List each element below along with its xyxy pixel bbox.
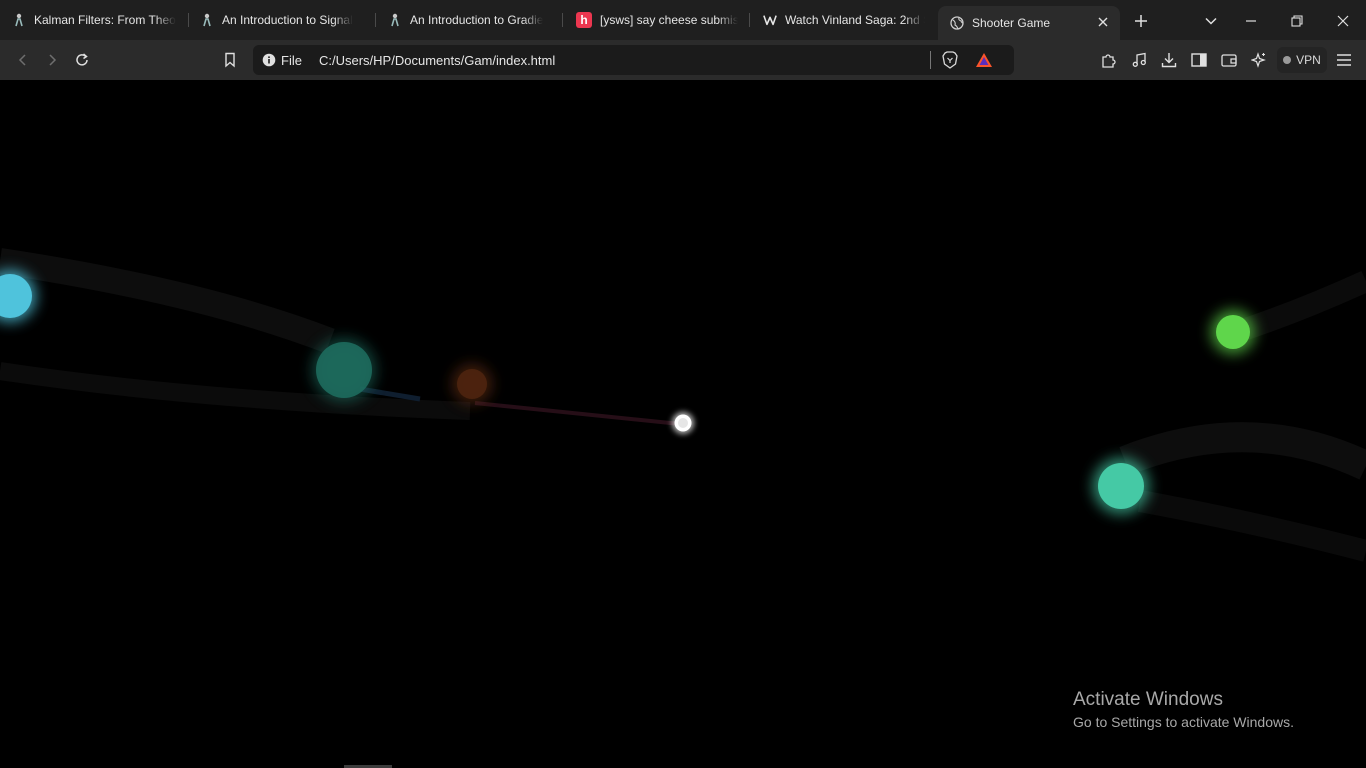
tab-title: Watch Vinland Saga: 2nd S [785, 13, 925, 27]
person-icon [388, 13, 402, 27]
tab-vinland-saga[interactable]: Watch Vinland Saga: 2nd S [763, 0, 925, 40]
wallet-button[interactable] [1218, 49, 1240, 71]
tab-title: Kalman Filters: From Theo [34, 13, 176, 27]
back-button[interactable] [12, 49, 34, 71]
url-separator [930, 51, 931, 69]
reload-icon [76, 53, 88, 66]
enemy-trail [1138, 490, 1366, 562]
tab-separator [375, 13, 376, 27]
enemy-mint [1093, 458, 1149, 514]
close-tab-icon[interactable] [1096, 15, 1110, 29]
arrow-back-icon [18, 54, 26, 66]
game-scene [0, 248, 1366, 562]
enemy-trail [1119, 422, 1366, 480]
minimize-button[interactable] [1240, 10, 1262, 32]
bookmark-icon [225, 52, 235, 68]
tab-kalman-filters[interactable]: Kalman Filters: From Theo [12, 0, 177, 40]
puzzle-icon [1102, 54, 1116, 68]
leo-ai-button[interactable] [1248, 49, 1270, 71]
tab-separator [562, 13, 563, 27]
tab-list-button[interactable] [1200, 10, 1222, 32]
watermark-title: Activate Windows [1073, 689, 1223, 710]
close-icon [1337, 15, 1349, 27]
forward-button[interactable] [41, 49, 63, 71]
enemy-trail [0, 248, 335, 354]
minimize-icon [1246, 20, 1256, 22]
hamburger-menu-icon [1337, 54, 1351, 66]
game-canvas[interactable] [0, 81, 1366, 768]
reload-button[interactable] [71, 49, 93, 71]
tab-separator [188, 13, 189, 27]
downloads-button[interactable] [1158, 49, 1180, 71]
restore-icon [1291, 15, 1303, 27]
player [672, 412, 694, 434]
person-icon [12, 13, 26, 27]
chevron-down-icon [1205, 17, 1217, 25]
brave-rewards-button[interactable] [974, 50, 994, 70]
tab-say-cheese[interactable]: h [ysws] say cheese submiss [576, 0, 738, 40]
enemy-trail [0, 362, 471, 420]
tab-gradient-intro[interactable]: An Introduction to Gradie [388, 0, 552, 40]
vpn-button[interactable]: VPN [1277, 47, 1327, 73]
site-logo-icon [763, 13, 777, 27]
wallet-icon [1221, 54, 1237, 67]
media-button[interactable] [1128, 49, 1150, 71]
watermark-subtitle: Go to Settings to activate Windows. [1073, 714, 1294, 730]
vpn-label: VPN [1296, 53, 1321, 67]
projectile-trail [474, 401, 681, 426]
enemy-trail [1236, 270, 1366, 342]
enemy-green [1211, 310, 1255, 354]
tab-strip: Kalman Filters: From Theo An Introductio… [0, 0, 1366, 40]
tab-title: An Introduction to Gradie [410, 13, 544, 27]
hackclub-icon: h [576, 12, 592, 28]
restore-button[interactable] [1286, 10, 1308, 32]
new-tab-button[interactable] [1130, 10, 1152, 32]
enemy-dark-teal [312, 338, 376, 402]
site-info-icon[interactable] [261, 52, 277, 68]
tab-signal-intro[interactable]: An Introduction to Signal [200, 0, 360, 40]
rewards-triangle-icon [976, 53, 992, 67]
arrow-forward-icon [49, 54, 57, 66]
download-icon [1161, 53, 1177, 68]
close-window-button[interactable] [1332, 10, 1354, 32]
tab-shooter-game[interactable]: Shooter Game [938, 6, 1120, 40]
tab-title: Shooter Game [972, 16, 1051, 30]
tab-title: An Introduction to Signal [222, 13, 353, 27]
music-note-icon [1132, 52, 1146, 67]
vpn-status-icon [1283, 56, 1292, 64]
extensions-button[interactable] [1098, 49, 1120, 71]
enemy-brown [452, 364, 492, 404]
tab-separator [749, 13, 750, 27]
person-icon [200, 13, 214, 27]
sidebar-button[interactable] [1188, 49, 1210, 71]
sparkle-icon [1251, 52, 1266, 68]
brave-lion-icon [942, 51, 958, 69]
url-scheme-label: File [281, 53, 302, 68]
globe-icon [950, 16, 964, 30]
activate-windows-watermark: Activate Windows Go to Settings to activ… [1073, 689, 1294, 730]
tab-title: [ysws] say cheese submiss [600, 13, 738, 27]
brave-shields-button[interactable] [940, 50, 960, 70]
url-text[interactable]: C:/Users/HP/Documents/Gam/index.html [319, 53, 555, 68]
plus-icon [1135, 15, 1147, 27]
sidebar-icon [1191, 53, 1207, 67]
menu-button[interactable] [1333, 49, 1355, 71]
bookmark-button[interactable] [219, 49, 241, 71]
